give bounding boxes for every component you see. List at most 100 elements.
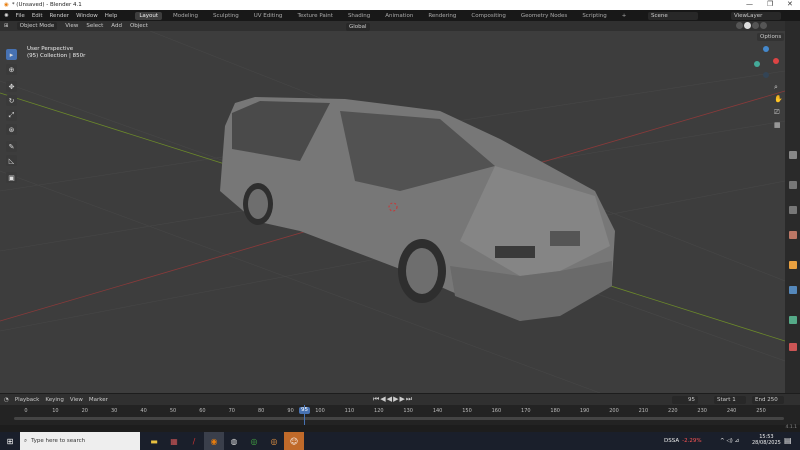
blender-taskbar-icon[interactable]: ◉ (204, 432, 224, 450)
pen-app-icon[interactable]: / (184, 432, 204, 450)
properties-tabs (785, 21, 800, 393)
scale-tool-icon[interactable]: ⤢ (6, 110, 17, 121)
timeline-tick: 70 (228, 408, 235, 414)
taskbar-search[interactable]: ⌕ Type here to search (20, 432, 140, 450)
timeline-tick: 60 (199, 408, 206, 414)
close-button[interactable]: ✕ (787, 0, 793, 8)
playback-controls[interactable]: ⏮◀◀▶▶⏭ (373, 395, 413, 404)
tab-rendering[interactable]: Rendering (424, 12, 460, 20)
view-layer-selector[interactable]: ViewLayer (731, 12, 781, 20)
tab-uv-editing[interactable]: UV Editing (250, 12, 287, 20)
timeline-tick: 110 (344, 408, 355, 414)
tab-texture-paint[interactable]: Texture Paint (293, 12, 337, 20)
app-taskbar-icon[interactable]: ◍ (224, 432, 244, 450)
menu-add[interactable]: Add (111, 23, 122, 29)
menu-view[interactable]: View (65, 23, 78, 29)
clock-date: 28/08/2025 (752, 440, 781, 446)
maximize-button[interactable]: ❐ (767, 0, 773, 8)
tool-tab-icon[interactable] (789, 151, 797, 159)
blender-menu-icon[interactable]: ✺ (4, 13, 9, 19)
select-tool-icon[interactable]: ▸ (6, 49, 17, 60)
current-frame-field[interactable]: 95 (672, 396, 698, 404)
move-tool-icon[interactable]: ✥ (6, 81, 17, 92)
stock-name: DSSA (664, 438, 680, 444)
menu-keying[interactable]: Keying (45, 397, 63, 403)
timeline-tick: 180 (550, 408, 560, 414)
menu-view-timeline[interactable]: View (70, 397, 83, 403)
annotate-tool-icon[interactable]: ✎ (6, 141, 17, 152)
timeline-tick: 120 (374, 408, 384, 414)
timeline-ruler[interactable]: 0 10 20 30 40 50 60 70 80 90 100 110 120 130 140 150 160… (0, 405, 800, 425)
world-tab-icon[interactable] (789, 231, 797, 239)
tray-icons[interactable]: ^ ◁) ⊿ (720, 438, 739, 444)
file-explorer-icon[interactable]: ▬ (144, 432, 164, 450)
playhead-frame-label[interactable]: 95 (299, 407, 310, 414)
mode-selector[interactable]: Object Mode (16, 22, 58, 30)
stock-widget[interactable]: DSSA -2.29% (664, 438, 702, 444)
object-tab-icon[interactable] (789, 261, 797, 269)
end-value[interactable]: 250 (767, 397, 778, 403)
notification-icon[interactable]: ▤ (784, 436, 792, 445)
menu-help[interactable]: Help (105, 13, 118, 19)
menu-playback[interactable]: Playback (15, 397, 40, 403)
render-tab-icon[interactable] (789, 181, 797, 189)
options-button[interactable]: Options (757, 33, 785, 41)
scene-view (0, 31, 785, 393)
camera-icon[interactable]: ⎚ (774, 108, 780, 117)
menu-edit[interactable]: Edit (32, 13, 43, 19)
clock[interactable]: 15:53 28/08/2025 (752, 434, 781, 446)
menu-bar: ✺ File Edit Render Window Help Layout Mo… (0, 10, 800, 21)
menu-file[interactable]: File (16, 13, 25, 19)
timeline-editor-icon[interactable]: ◔ (4, 397, 9, 403)
measure-tool-icon[interactable]: ◺ (6, 155, 17, 166)
menu-marker[interactable]: Marker (89, 397, 108, 403)
add-cube-tool-icon[interactable]: ▣ (6, 172, 17, 183)
zoom-icon[interactable]: ⌕ (774, 83, 778, 92)
tab-layout[interactable]: Layout (135, 11, 163, 20)
editor-type-icon[interactable]: ⊞ (4, 23, 9, 29)
windows-taskbar: ⊞ ⌕ Type here to search ▬ ▦ / ◉ ◍ ◎ ◎ ☺ D… (0, 432, 800, 450)
window-title: * (Unsaved) - Blender 4.1 (11, 2, 82, 8)
menu-object[interactable]: Object (130, 23, 148, 29)
rotate-tool-icon[interactable]: ↻ (6, 95, 17, 106)
tab-animation[interactable]: Animation (381, 12, 417, 20)
version-label: 4.1.1 (785, 425, 797, 430)
menu-render[interactable]: Render (49, 13, 69, 19)
chrome-icon[interactable]: ◎ (244, 432, 264, 450)
discord-icon[interactable]: ☺ (284, 432, 304, 450)
scene-selector[interactable]: Scene (648, 12, 698, 20)
start-value[interactable]: 1 (732, 397, 736, 403)
material-tab-icon[interactable] (789, 343, 797, 351)
transform-tool-icon[interactable]: ⊛ (6, 124, 17, 135)
app-icon[interactable]: ▦ (164, 432, 184, 450)
chrome-canary-icon[interactable]: ◎ (264, 432, 284, 450)
tab-geometry-nodes[interactable]: Geometry Nodes (517, 12, 571, 20)
3d-viewport[interactable]: User Perspective (95) Collection | 850r … (0, 31, 785, 393)
tab-compositing[interactable]: Compositing (467, 12, 509, 20)
search-icon: ⌕ (24, 437, 28, 444)
tab-modeling[interactable]: Modeling (169, 12, 202, 20)
windows-start-icon[interactable]: ⊞ (0, 432, 20, 450)
tab-scripting[interactable]: Scripting (578, 12, 610, 20)
output-tab-icon[interactable] (789, 206, 797, 214)
modifier-tab-icon[interactable] (789, 286, 797, 294)
cursor-tool-icon[interactable]: ⊕ (6, 64, 17, 75)
data-tab-icon[interactable] (789, 316, 797, 324)
timeline-tick: 100 (315, 408, 325, 414)
tab-sculpting[interactable]: Sculpting (209, 12, 243, 20)
start-label: Start (717, 397, 731, 403)
timeline-tick: 0 (24, 408, 28, 414)
grid-view-icon[interactable]: ▦ (774, 121, 781, 129)
timeline-tick: 160 (491, 408, 502, 414)
add-workspace-button[interactable]: + (618, 12, 631, 20)
menu-select[interactable]: Select (86, 23, 103, 29)
orientation-selector[interactable]: Global (346, 23, 370, 31)
minimize-button[interactable]: — (746, 0, 753, 8)
viewport-collection-info: (95) Collection | 850r (27, 53, 86, 59)
tab-shading[interactable]: Shading (344, 12, 374, 20)
menu-window[interactable]: Window (76, 13, 98, 19)
pan-hand-icon[interactable]: ✋ (774, 95, 783, 103)
timeline-tick: 90 (287, 408, 294, 414)
shading-buttons[interactable] (736, 22, 767, 29)
timeline-scrollbar[interactable] (14, 417, 784, 420)
